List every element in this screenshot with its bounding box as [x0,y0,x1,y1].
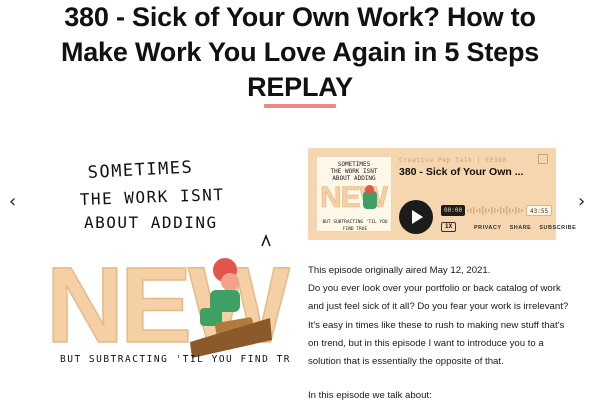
artwork-line-3: ABOUT ADDING [84,213,218,232]
player-menu-icon[interactable] [538,154,548,164]
podcast-player: SOMETIMES THE WORK ISNT ABOUT ADDING NEW… [308,148,576,240]
play-button[interactable] [399,200,433,234]
cover-line-2: THE WORK ISNT [330,168,378,175]
artwork-line-1: SOMETIMES [87,157,194,183]
aired-date-text: This episode originally aired May 12, 20… [308,265,491,276]
elapsed-time: 00:00 [441,205,466,216]
cover-line-1: SOMETIMES [337,161,371,168]
remaining-time: 43:55 [526,205,553,216]
privacy-link[interactable]: PRIVACY [474,225,502,231]
cover-character-head [365,185,374,194]
episode-description: This episode originally aired May 12, 20… [308,262,570,400]
prev-arrow-icon[interactable]: ‹ [9,193,16,211]
cover-caption: BUT SUBTRACTING 'TIL YOU FIND TRUE [322,220,388,232]
next-arrow-icon[interactable]: › [578,193,585,211]
description-paragraph: Do you ever look over your portfolio or … [308,283,569,368]
player-cover-art: SOMETIMES THE WORK ISNT ABOUT ADDING NEW… [316,156,392,232]
player-links: PRIVACY SHARE SUBSCRIBE [474,225,582,231]
topics-heading: In this episode we talk about: [308,390,432,400]
share-link[interactable]: SHARE [510,225,532,231]
episode-title: 380 - Sick of Your Own ... [399,166,524,178]
artwork-big-word: NEW [46,244,290,365]
playback-speed-button[interactable]: 1X [441,222,457,232]
show-name: Creative Pep Talk | EP380 [399,156,507,164]
title-underline [264,104,336,108]
artwork-line-2: THE WORK ISNT [79,185,224,209]
waveform-scrubber[interactable] [467,206,523,215]
artwork-caption: BUT SUBTRACTING 'TIL YOU FIND TRUE [60,354,290,365]
episode-artwork: SOMETIMES THE WORK ISNT ABOUT ADDING NEW… [45,157,290,365]
page-title: 380 - Sick of Your Own Work? How to Make… [60,2,540,102]
subscribe-link[interactable]: SUBSCRIBE [539,225,576,231]
